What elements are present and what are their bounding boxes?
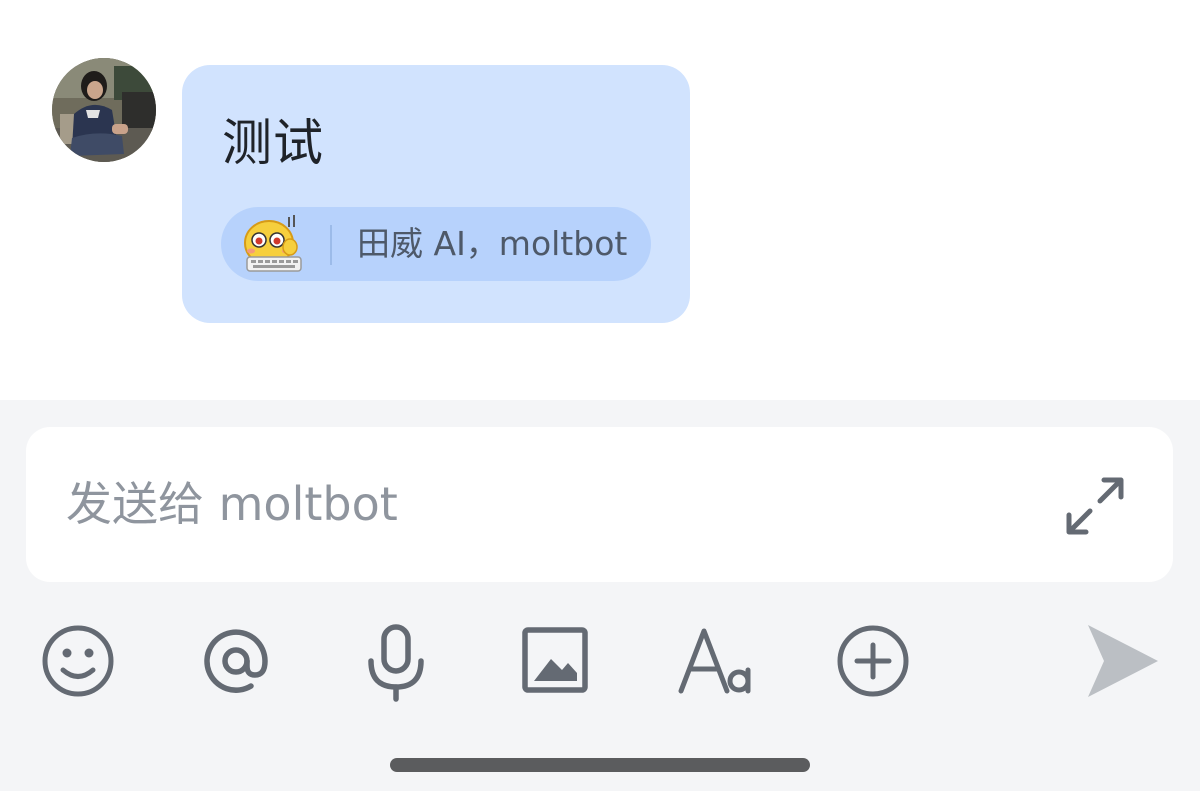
smiley-icon[interactable] — [33, 615, 123, 707]
chat-message-area: 测试 田威 AI，moltbot — [0, 0, 1200, 400]
text-format-icon[interactable] — [670, 615, 760, 707]
message-input[interactable] — [66, 471, 1026, 537]
reaction-users-label[interactable]: 田威 AI，moltbot — [357, 223, 627, 265]
send-icon[interactable] — [1080, 615, 1170, 707]
image-icon[interactable] — [510, 615, 600, 707]
message-text: 测试 — [222, 114, 324, 172]
avatar[interactable] — [52, 58, 156, 162]
typing-cat-emoji-icon — [241, 213, 307, 275]
microphone-icon[interactable] — [351, 615, 441, 707]
message-bubble[interactable]: 测试 田威 AI，moltbot — [182, 65, 690, 323]
at-sign-icon[interactable] — [191, 615, 281, 707]
reaction-divider — [330, 225, 332, 265]
composer-toolbar — [0, 615, 1200, 711]
expand-icon[interactable] — [1060, 471, 1130, 541]
home-indicator — [390, 758, 810, 772]
message-composer — [0, 400, 1200, 791]
reaction-pill[interactable]: 田威 AI，moltbot — [221, 207, 651, 281]
plus-circle-icon[interactable] — [828, 615, 918, 707]
input-box[interactable] — [26, 427, 1173, 582]
